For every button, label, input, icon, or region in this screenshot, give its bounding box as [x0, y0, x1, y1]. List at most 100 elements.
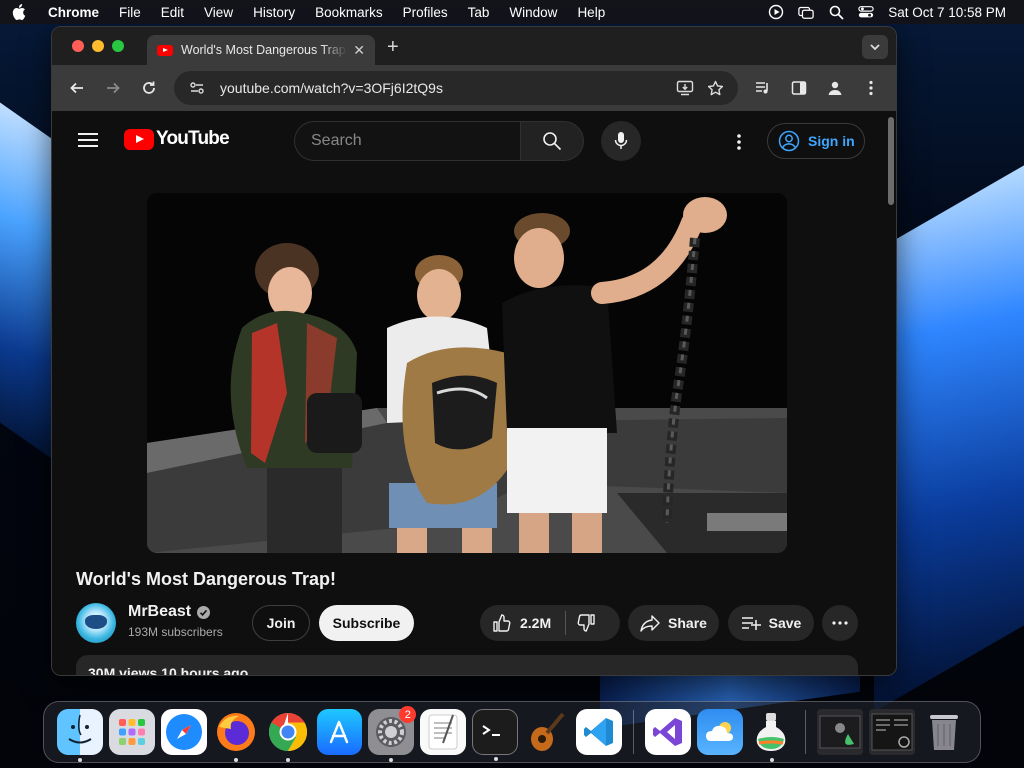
dock-finder[interactable]: [57, 709, 103, 762]
save-button[interactable]: Save: [728, 605, 814, 641]
new-tab-button[interactable]: +: [387, 36, 399, 59]
window-controls: [52, 40, 144, 52]
like-button[interactable]: 2.2M: [492, 613, 551, 633]
dislike-button[interactable]: [576, 613, 596, 633]
address-bar[interactable]: youtube.com/watch?v=3OFj6I2tQ9s: [174, 71, 738, 105]
page-scrollbar[interactable]: [888, 117, 894, 205]
finder-icon: [68, 714, 92, 744]
menu-view[interactable]: View: [194, 5, 243, 20]
share-button[interactable]: Share: [628, 605, 719, 641]
media-controls-icon[interactable]: [748, 73, 778, 103]
menu-file[interactable]: File: [109, 5, 151, 20]
menu-profiles[interactable]: Profiles: [393, 5, 458, 20]
dock-system-settings[interactable]: 2: [368, 706, 417, 762]
youtube-logo[interactable]: YouTube: [124, 128, 230, 150]
dock-visual-studio[interactable]: [644, 709, 691, 755]
video-owner-row: MrBeast 193M subscribers Join Subscribe …: [76, 603, 866, 643]
control-center-icon[interactable]: [858, 4, 874, 20]
window-thumbnail-icon: [819, 715, 861, 749]
profile-icon[interactable]: [820, 73, 850, 103]
potion-flask-icon: [757, 713, 786, 751]
sign-in-label: Sign in: [808, 133, 855, 149]
menu-bookmarks[interactable]: Bookmarks: [305, 5, 393, 20]
youtube-logo-text: YouTube: [156, 128, 230, 149]
voice-search-button[interactable]: [601, 121, 641, 161]
channel-avatar[interactable]: [76, 603, 116, 643]
forward-button[interactable]: [98, 73, 128, 103]
site-settings-icon[interactable]: [182, 73, 212, 103]
more-actions-button[interactable]: [822, 605, 858, 641]
save-label: Save: [768, 615, 802, 631]
search-button[interactable]: [520, 121, 584, 161]
dock-separator: [632, 710, 634, 754]
browser-window: World's Most Dangerous Trap! ✕ + youtube…: [51, 26, 897, 676]
minimize-window-button[interactable]: [92, 40, 104, 52]
apple-menu-icon[interactable]: [12, 4, 38, 20]
zoom-window-button[interactable]: [112, 40, 124, 52]
dock-trash[interactable]: [921, 709, 967, 755]
settings-more-icon[interactable]: [724, 127, 754, 157]
menu-window[interactable]: Window: [499, 5, 567, 20]
dock-terminal[interactable]: [472, 709, 518, 761]
arrow-left-icon: [70, 82, 83, 94]
menu-clock[interactable]: Sat Oct 7 10:58 PM: [888, 5, 1006, 20]
bookmark-star-icon[interactable]: [700, 73, 730, 103]
tab-close-icon[interactable]: ✕: [353, 42, 365, 59]
menu-tab[interactable]: Tab: [458, 5, 500, 20]
side-panel-icon[interactable]: [784, 73, 814, 103]
video-player[interactable]: [147, 193, 787, 553]
url-text[interactable]: youtube.com/watch?v=3OFj6I2tQ9s: [220, 80, 670, 96]
back-button[interactable]: [62, 73, 92, 103]
reload-button[interactable]: [134, 73, 164, 103]
browser-tab-active[interactable]: World's Most Dangerous Trap! ✕: [147, 35, 375, 65]
account-icon: [778, 130, 800, 152]
dock-textedit[interactable]: [420, 709, 467, 755]
firefox-icon: [216, 713, 255, 751]
menu-edit[interactable]: Edit: [151, 5, 194, 20]
dock-vscode[interactable]: [575, 709, 622, 755]
screen-mirroring-icon[interactable]: [798, 4, 814, 20]
like-dislike-bar: 2.2M: [480, 605, 620, 641]
dock-launchpad[interactable]: [109, 709, 155, 755]
subscribe-button[interactable]: Subscribe: [319, 605, 414, 641]
install-app-icon[interactable]: [670, 73, 700, 103]
thumbs-down-icon: [577, 614, 595, 632]
microphone-icon: [614, 132, 628, 149]
window-thumbnail-icon: [871, 713, 913, 751]
menu-history[interactable]: History: [243, 5, 305, 20]
video-title: World's Most Dangerous Trap!: [76, 569, 336, 589]
search-input[interactable]: [294, 121, 520, 161]
guide-menu-icon[interactable]: [76, 129, 100, 149]
dock-garageband[interactable]: [524, 709, 570, 755]
spotlight-search-icon[interactable]: [828, 4, 844, 20]
sign-in-button[interactable]: Sign in: [767, 123, 865, 159]
description-box[interactable]: 30M views 10 hours ago: [76, 655, 858, 675]
chrome-menu-icon[interactable]: [856, 73, 886, 103]
channel-name-link[interactable]: MrBeast: [128, 603, 211, 621]
video-frame-image: [147, 193, 787, 553]
media-play-icon[interactable]: [768, 4, 784, 20]
menu-bar: Chrome File Edit View History Bookmarks …: [0, 0, 1024, 24]
search-icon: [543, 132, 562, 151]
chevron-down-icon: [870, 44, 880, 51]
tab-strip: World's Most Dangerous Trap! ✕ +: [52, 27, 896, 65]
menu-help[interactable]: Help: [567, 5, 615, 20]
dock-firefox[interactable]: [213, 709, 259, 762]
tab-search-button[interactable]: [862, 35, 888, 59]
dock-safari[interactable]: [160, 709, 207, 755]
youtube-favicon-icon: [157, 44, 173, 56]
dock: 2: [43, 701, 981, 763]
dock-chrome[interactable]: [265, 709, 311, 762]
channel-name: MrBeast: [128, 603, 192, 620]
app-store-icon: [330, 720, 349, 744]
dock-recent-window-1[interactable]: [817, 709, 864, 755]
join-button[interactable]: Join: [252, 605, 310, 641]
dock-app-store[interactable]: [316, 709, 363, 755]
dock-weather[interactable]: [696, 709, 743, 755]
dock-potion[interactable]: [749, 709, 795, 762]
playlist-add-icon: [741, 617, 761, 630]
close-window-button[interactable]: [72, 40, 84, 52]
menu-app-name[interactable]: Chrome: [38, 5, 109, 20]
dock-recent-window-2[interactable]: [869, 709, 916, 755]
textedit-icon: [428, 714, 458, 750]
